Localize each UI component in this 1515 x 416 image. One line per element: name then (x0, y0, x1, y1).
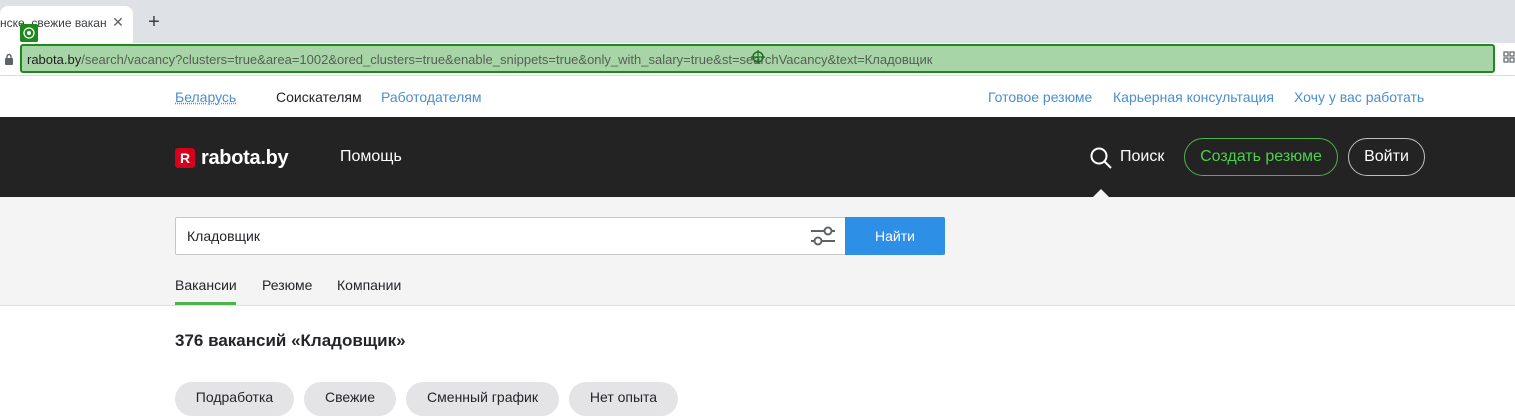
logo-text: rabota.by (201, 147, 288, 170)
help-link[interactable]: Помощь (340, 148, 402, 166)
login-button[interactable]: Войти (1348, 138, 1425, 176)
employers-link[interactable]: Работодателям (381, 89, 482, 105)
active-tab-indicator (175, 302, 236, 305)
tab-companies[interactable]: Компании (337, 277, 401, 293)
filter-chip[interactable]: Подработка (175, 382, 294, 416)
region-selector[interactable]: Беларусь (175, 89, 236, 105)
top-links-bar: Беларусь Соискателям Работодателям Готов… (0, 77, 1515, 117)
url-path: /search/vacancy?clusters=true&area=1002&… (81, 52, 932, 67)
filter-settings-icon[interactable] (810, 225, 836, 247)
browser-tabstrip: нске, свежие вакан ✕ + (0, 0, 1515, 43)
tab-vacancies[interactable]: Вакансии (175, 277, 237, 293)
extensions-icon[interactable] (1503, 51, 1515, 63)
logo-badge: R (175, 148, 195, 168)
lock-icon[interactable] (4, 53, 14, 65)
seekers-link[interactable]: Соискателям (276, 89, 362, 105)
create-resume-button[interactable]: Создать резюме (1184, 138, 1338, 176)
tab-resumes[interactable]: Резюме (262, 277, 312, 293)
search-section: Найти Вакансии Резюме Компании (0, 197, 1515, 306)
results-heading: 376 вакансий «Кладовщик» (175, 331, 406, 351)
target-icon (20, 24, 38, 42)
filter-chip[interactable]: Сменный график (406, 382, 559, 416)
new-tab-button[interactable]: + (143, 11, 165, 33)
career-consult-link[interactable]: Карьерная консультация (1113, 89, 1274, 105)
url-host: rabota.by (27, 52, 81, 67)
search-link[interactable]: Поиск (1120, 148, 1164, 166)
ready-resume-link[interactable]: Готовое резюме (988, 89, 1092, 105)
want-work-link[interactable]: Хочу у вас работать (1294, 89, 1424, 105)
crosshair-icon (750, 49, 766, 65)
search-caret (1093, 189, 1109, 197)
url-text: rabota.by/search/vacancy?clusters=true&a… (27, 52, 932, 67)
filter-chip[interactable]: Нет опыта (569, 382, 678, 416)
search-input[interactable] (175, 217, 846, 255)
site-header: R rabota.by Помощь Поиск Создать резюме … (0, 117, 1515, 197)
close-icon[interactable]: ✕ (110, 14, 126, 30)
search-icon[interactable] (1089, 146, 1113, 170)
tab-title: нске, свежие вакан (0, 16, 106, 30)
find-button[interactable]: Найти (845, 217, 945, 255)
site-logo[interactable]: R rabota.by (175, 146, 288, 170)
filter-chip[interactable]: Свежие (304, 382, 396, 416)
